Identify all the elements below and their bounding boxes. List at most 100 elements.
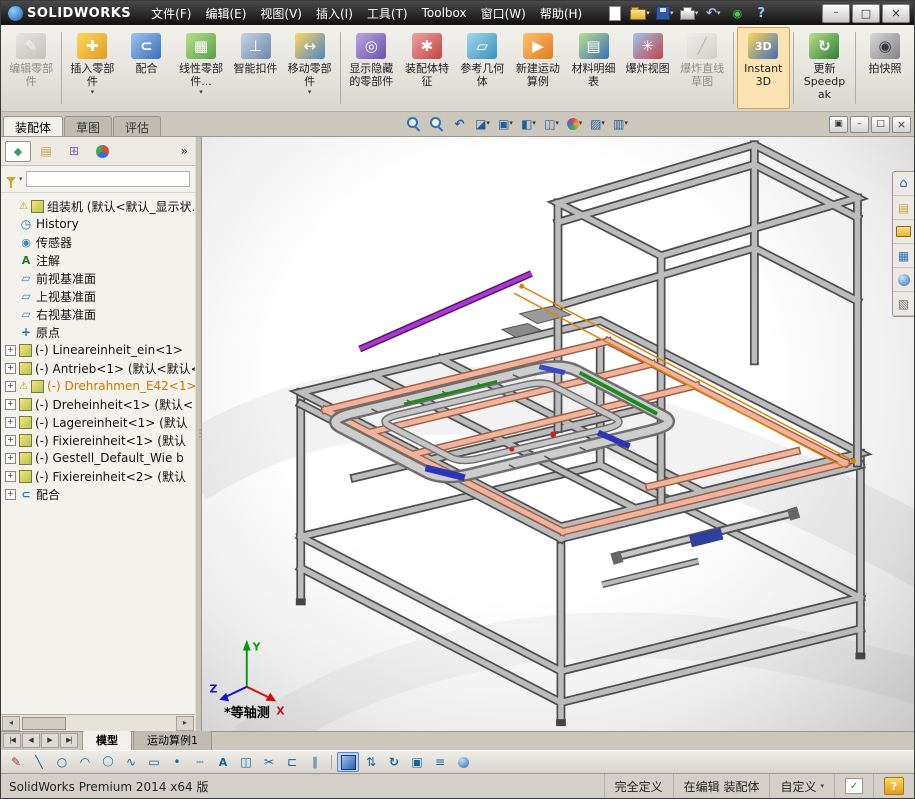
window-control-button[interactable] [882, 3, 910, 23]
tree-item[interactable]: 原点 [3, 323, 195, 341]
ribbon-button[interactable]: 线性零部件... [173, 27, 228, 109]
tree-item[interactable]: 传感器 [3, 233, 195, 251]
tree-expand-toggle[interactable] [5, 416, 16, 428]
ribbon-button[interactable]: Instant3D [736, 27, 790, 109]
panel-splitter[interactable] [195, 137, 202, 731]
tree-item[interactable]: 上视基准面 [3, 287, 195, 305]
ribbon-button[interactable]: 智能扣件 [230, 27, 282, 109]
commandmanager-tab[interactable]: 装配体 [3, 116, 64, 136]
menu-item[interactable]: 视图(V) [253, 2, 309, 25]
menu-item[interactable]: Toolbox [415, 3, 474, 23]
document-window-button[interactable] [850, 116, 869, 133]
sketch-tool-button[interactable] [120, 752, 142, 772]
statusbar-cell[interactable]: 自定义 [769, 774, 834, 798]
featuremanager-tab[interactable] [33, 141, 59, 162]
model-tab-nav-button[interactable] [41, 732, 59, 748]
document-window-button[interactable] [892, 116, 911, 133]
quick-tool-button[interactable] [750, 3, 772, 23]
sketch-tool-button[interactable] [166, 752, 188, 772]
model-tab-nav-button[interactable] [22, 732, 40, 748]
model-tab-nav-button[interactable] [60, 732, 78, 748]
ribbon-button[interactable] [792, 32, 794, 104]
ribbon-button[interactable] [339, 32, 341, 104]
sketch-tool-button[interactable] [429, 752, 451, 772]
tree-item[interactable]: (-) Fixiereinheit<2> (默认 [3, 467, 195, 485]
tree-item[interactable]: (-) Dreheinheit<1> (默认< [3, 395, 195, 413]
sketch-tool-button[interactable] [281, 752, 303, 772]
task-pane-button[interactable] [893, 244, 914, 268]
model-3d-view[interactable]: Y X Z [202, 137, 914, 731]
headsup-button[interactable] [472, 114, 493, 133]
quick-tool-button[interactable] [726, 3, 748, 23]
quick-tool-button[interactable] [678, 3, 701, 23]
sketch-tool-button[interactable] [452, 752, 474, 772]
tree-expand-toggle[interactable] [5, 470, 16, 482]
sketch-tool-button[interactable] [360, 752, 382, 772]
tree-item[interactable]: 组装机 (默认<默认_显示状... [3, 197, 195, 215]
task-pane-button[interactable] [893, 220, 914, 244]
tree-item[interactable]: 前视基准面 [3, 269, 195, 287]
quick-tool-button[interactable] [628, 3, 652, 23]
tree-item[interactable]: (-) Lagereinheit<1> (默认 [3, 413, 195, 431]
task-pane-button[interactable] [893, 172, 914, 196]
ribbon-button[interactable]: 拍快照 [859, 27, 911, 109]
quick-tips-toggle[interactable] [873, 774, 914, 798]
ribbon-button[interactable]: 爆炸视图 [622, 27, 674, 109]
model-tab[interactable]: 运动算例1 [133, 730, 212, 750]
ribbon-button[interactable]: 参考几何体 [455, 27, 509, 109]
ribbon-button[interactable]: 显示隐藏的零部件 [344, 27, 399, 109]
panel-horizontal-scrollbar[interactable] [1, 714, 195, 731]
ribbon-button[interactable] [855, 32, 856, 104]
document-window-button[interactable] [829, 116, 848, 133]
window-control-button[interactable] [822, 3, 850, 23]
ribbon-button[interactable]: 装配体特征 [400, 27, 454, 109]
statusbar-cell[interactable]: 完全定义 [603, 774, 673, 798]
sketch-tool-button[interactable] [331, 755, 332, 769]
tree-item[interactable]: (-) Fixiereinheit<1> (默认 [3, 431, 195, 449]
ribbon-button[interactable]: 爆炸直线草图 [675, 27, 730, 109]
quick-tool-button[interactable] [702, 3, 724, 23]
tree-expand-toggle[interactable] [5, 434, 16, 446]
headsup-button[interactable] [449, 114, 470, 133]
sketch-tool-button[interactable] [143, 752, 165, 772]
panel-overflow-chevron[interactable]: » [178, 144, 191, 158]
tree-item[interactable]: (-) Antrieb<1> (默认<默认< [3, 359, 195, 377]
headsup-button[interactable] [403, 114, 424, 133]
ribbon-button[interactable]: 移动零部件 [283, 27, 337, 109]
tree-expand-toggle[interactable] [5, 380, 16, 392]
filter-funnel-icon[interactable] [6, 176, 16, 188]
menu-item[interactable]: 文件(F) [144, 2, 198, 25]
headsup-button[interactable] [426, 114, 447, 133]
document-window-button[interactable] [871, 116, 890, 133]
scrollbar-thumb[interactable] [22, 716, 66, 730]
featuremanager-tab[interactable] [5, 140, 31, 162]
task-pane-button[interactable] [893, 196, 914, 220]
task-pane-button[interactable] [893, 292, 914, 316]
sketch-tool-button[interactable] [406, 752, 428, 772]
tree-expand-toggle[interactable] [5, 452, 16, 464]
graphics-viewport[interactable]: Y X Z ⌂ ▤ ▦ ▧ *等轴测 [202, 137, 914, 731]
tree-expand-toggle[interactable] [5, 488, 16, 500]
featuremanager-tab[interactable] [89, 141, 115, 162]
ribbon-button[interactable]: 编辑零部件 [4, 27, 58, 109]
sketch-tool-button[interactable] [212, 752, 234, 772]
headsup-button[interactable] [495, 114, 516, 133]
sketch-tool-button[interactable] [28, 752, 50, 772]
ribbon-button[interactable]: 新建运动算例 [510, 27, 565, 109]
ribbon-button[interactable]: 配合 [120, 27, 172, 109]
commandmanager-tab[interactable]: 评估 [113, 116, 162, 136]
model-tab[interactable]: 模型 [82, 730, 132, 750]
ribbon-button[interactable] [732, 32, 734, 104]
headsup-button[interactable] [587, 114, 608, 133]
tree-item[interactable]: (-) Lineareinheit_ein<1> [3, 341, 195, 359]
tree-expand-toggle[interactable] [5, 344, 16, 356]
tree-item[interactable]: 注解 [3, 251, 195, 269]
ribbon-button[interactable]: 材料明细表 [566, 27, 620, 109]
headsup-button[interactable] [564, 114, 585, 133]
quick-tool-button[interactable] [654, 3, 676, 23]
task-pane-button[interactable] [893, 268, 914, 292]
window-control-button[interactable] [852, 3, 880, 23]
feature-filter-input[interactable] [25, 171, 190, 187]
sketch-tool-button[interactable] [51, 752, 73, 772]
tree-expand-toggle[interactable] [5, 398, 16, 410]
